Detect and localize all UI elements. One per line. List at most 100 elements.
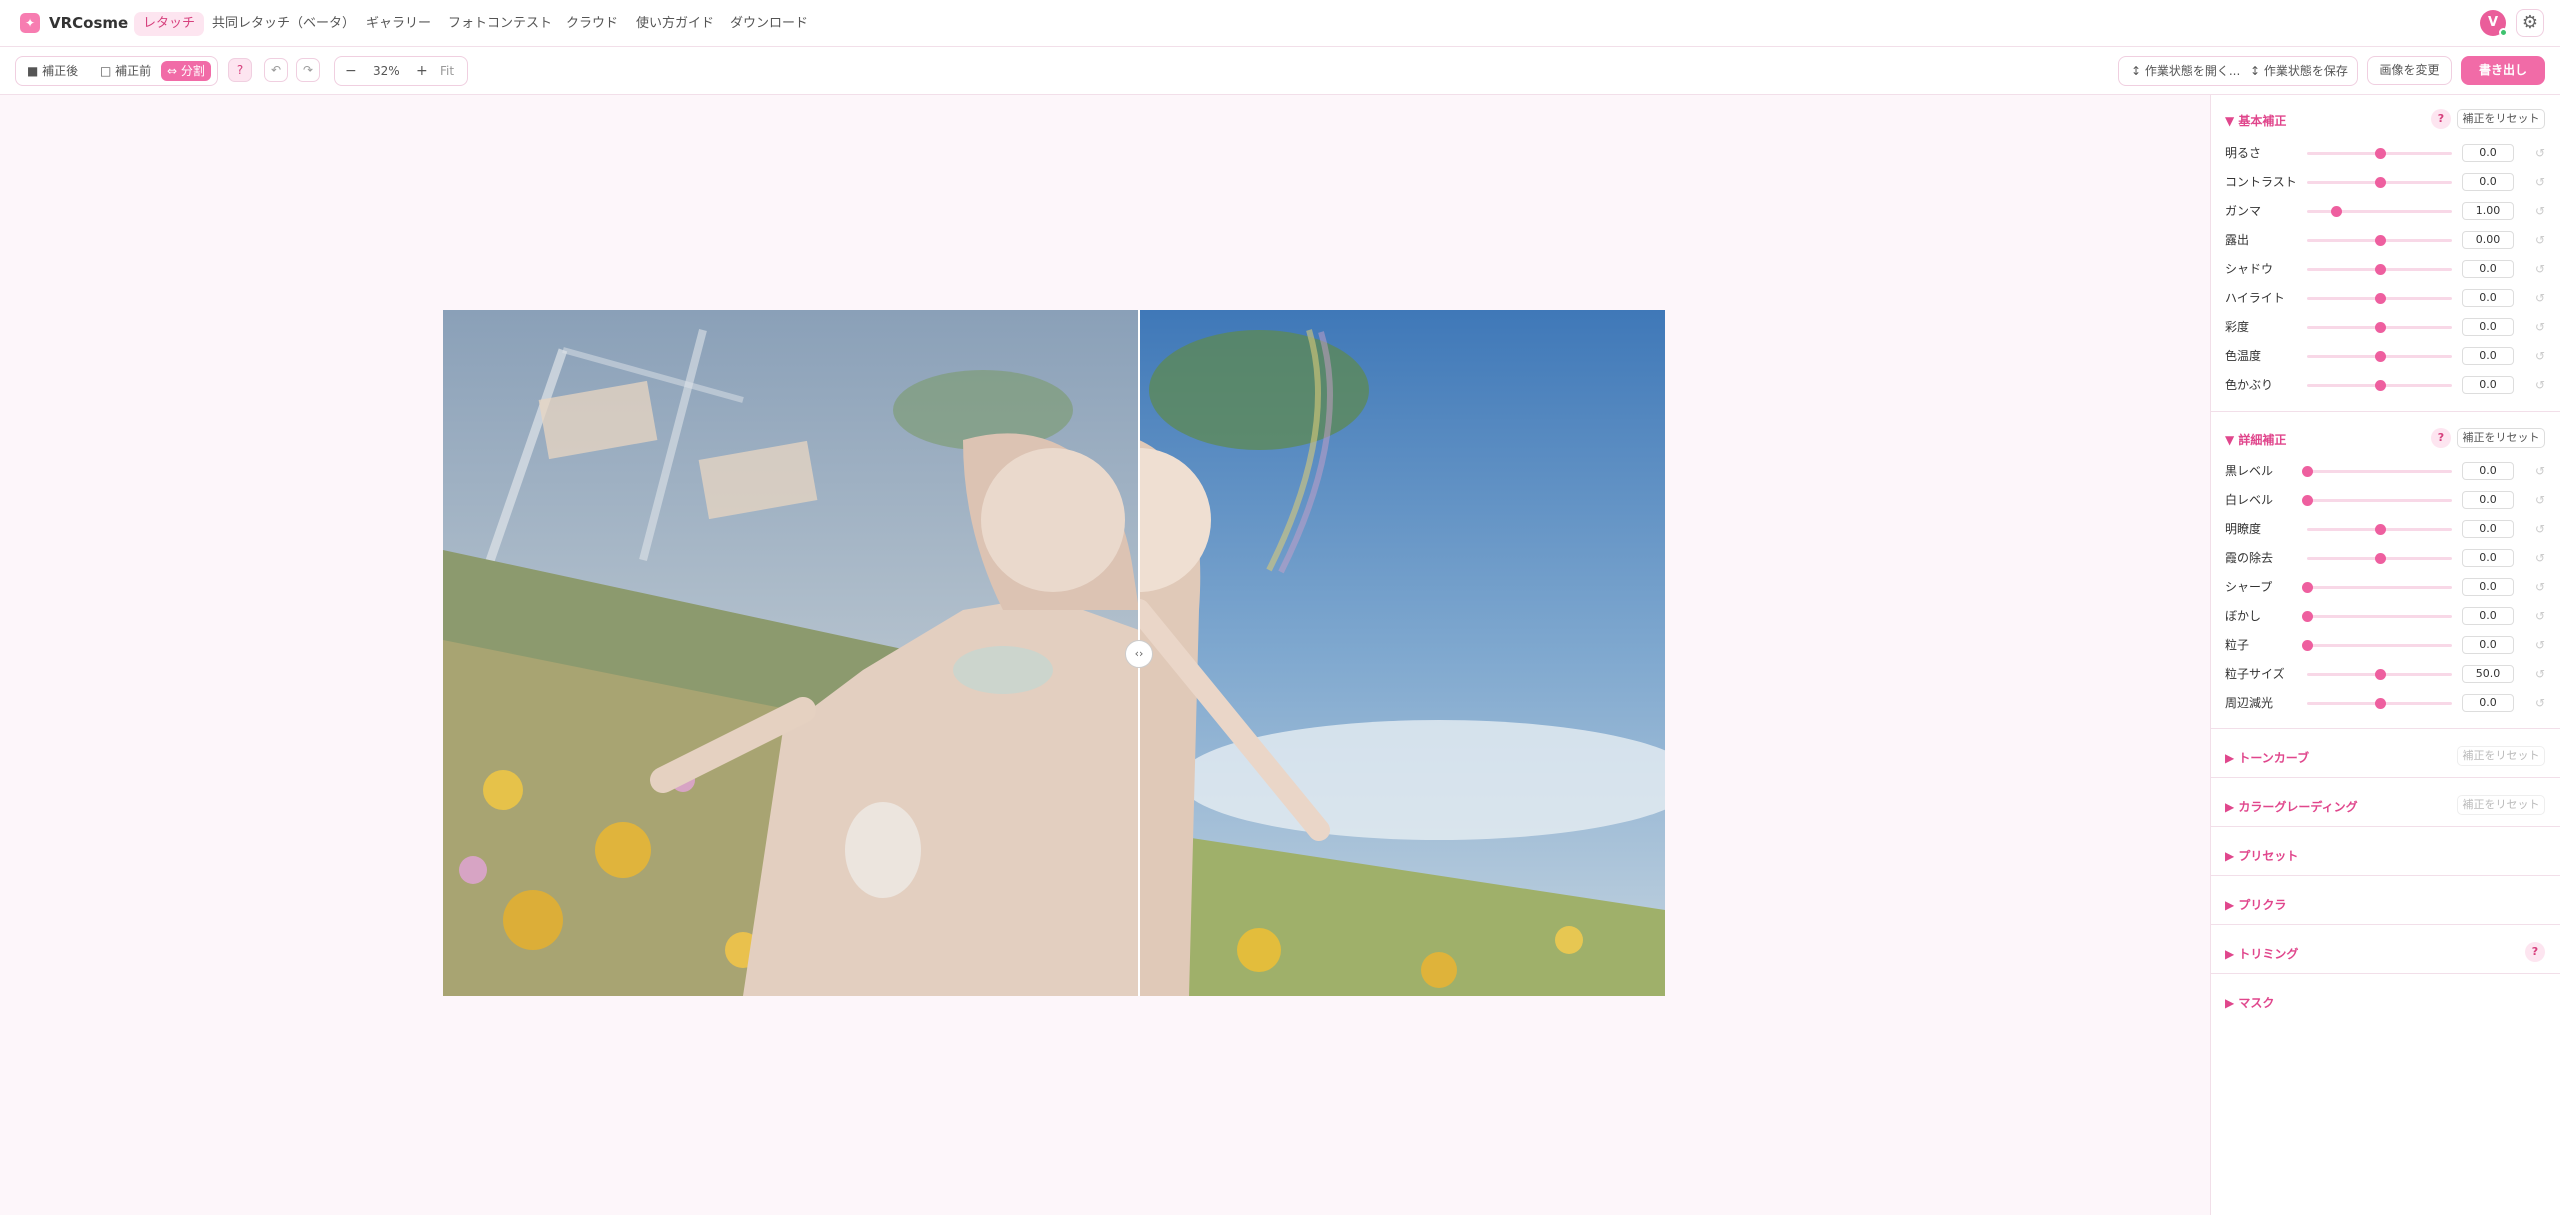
slider-thumb[interactable]: [2302, 611, 2313, 622]
nav-retouch[interactable]: レタッチ: [134, 12, 205, 36]
slider-thumb[interactable]: [2302, 640, 2313, 651]
slider-thumb[interactable]: [2302, 495, 2313, 506]
slider-reset-icon[interactable]: ↺: [2535, 578, 2545, 596]
slider-value-input[interactable]: 0.00: [2462, 231, 2514, 249]
slider-reset-icon[interactable]: ↺: [2535, 665, 2545, 683]
slider-thumb[interactable]: [2374, 264, 2386, 275]
slider-reset-icon[interactable]: ↺: [2535, 202, 2545, 220]
slider-value-input[interactable]: 0.0: [2462, 260, 2514, 278]
slider-thumb[interactable]: [2374, 177, 2386, 188]
slider-thumb[interactable]: [2374, 293, 2386, 304]
slider-value-input[interactable]: 0.0: [2462, 289, 2514, 307]
view-before-button[interactable]: □ 補正前: [94, 61, 157, 81]
slider-value-input[interactable]: 50.0: [2462, 665, 2514, 683]
slider-value-input[interactable]: 0.0: [2462, 491, 2514, 509]
slider-value-input[interactable]: 0.0: [2462, 347, 2514, 365]
slider-reset-icon[interactable]: ↺: [2535, 347, 2545, 365]
slider-track[interactable]: [2307, 615, 2452, 618]
section-trimming[interactable]: ▶ トリミング: [2225, 945, 2298, 962]
slider-value-input[interactable]: 0.0: [2462, 578, 2514, 596]
slider-reset-icon[interactable]: ↺: [2535, 376, 2545, 394]
trimming-help-icon[interactable]: ?: [2525, 942, 2545, 962]
detail-help-icon[interactable]: ?: [2431, 428, 2451, 448]
slider-value-input[interactable]: 0.0: [2462, 462, 2514, 480]
slider-value-input[interactable]: 0.0: [2462, 173, 2514, 191]
slider-thumb[interactable]: [2374, 380, 2386, 391]
section-color-grading[interactable]: ▶ カラーグレーディング: [2225, 798, 2358, 815]
slider-reset-icon[interactable]: ↺: [2535, 289, 2545, 307]
slider-thumb[interactable]: [2374, 148, 2386, 159]
help-button[interactable]: ?: [228, 58, 252, 82]
nav-collab-retouch[interactable]: 共同レタッチ（ベータ）: [203, 12, 364, 36]
section-detail-title[interactable]: ▼ 詳細補正: [2225, 431, 2286, 448]
slider-thumb[interactable]: [2374, 669, 2386, 680]
tone-curve-reset-button[interactable]: 補正をリセット: [2457, 746, 2545, 766]
section-preset[interactable]: ▶ プリセット: [2225, 847, 2298, 864]
gear-icon[interactable]: ⚙: [2516, 9, 2544, 37]
change-image-button[interactable]: 画像を変更: [2367, 56, 2452, 85]
slider-thumb[interactable]: [2374, 524, 2386, 535]
detail-reset-button[interactable]: 補正をリセット: [2457, 428, 2545, 448]
slider-track[interactable]: [2307, 499, 2452, 502]
slider-reset-icon[interactable]: ↺: [2535, 318, 2545, 336]
zoom-out-button[interactable]: −: [339, 61, 363, 81]
save-state-button[interactable]: ↕ 作業状態を保存: [2244, 61, 2354, 81]
slider-value-input[interactable]: 0.0: [2462, 549, 2514, 567]
nav-cloud[interactable]: クラウド: [557, 12, 627, 36]
brand-name[interactable]: VRCosme: [49, 14, 128, 32]
slider-value-input[interactable]: 0.0: [2462, 144, 2514, 162]
zoom-in-button[interactable]: +: [410, 61, 434, 81]
slider-reset-icon[interactable]: ↺: [2535, 173, 2545, 191]
slider-track[interactable]: [2307, 586, 2452, 589]
section-tone-curve[interactable]: ▶ トーンカーブ: [2225, 749, 2309, 766]
slider-thumb[interactable]: [2302, 582, 2313, 593]
photo-preview[interactable]: ‹›: [443, 310, 1665, 996]
section-basic-title[interactable]: ▼ 基本補正: [2225, 112, 2286, 129]
nav-guide[interactable]: 使い方ガイド: [627, 12, 723, 36]
slider-value-input[interactable]: 0.0: [2462, 318, 2514, 336]
slider-reset-icon[interactable]: ↺: [2535, 694, 2545, 712]
export-button[interactable]: 書き出し: [2461, 56, 2545, 85]
slider-thumb[interactable]: [2374, 235, 2386, 246]
slider-value-input[interactable]: 0.0: [2462, 520, 2514, 538]
slider-thumb[interactable]: [2374, 351, 2386, 362]
slider-value-input[interactable]: 0.0: [2462, 694, 2514, 712]
slider-reset-icon[interactable]: ↺: [2535, 144, 2545, 162]
slider-value-input[interactable]: 0.0: [2462, 636, 2514, 654]
slider-track[interactable]: [2307, 470, 2452, 473]
nav-download[interactable]: ダウンロード: [721, 12, 817, 36]
slider-reset-icon[interactable]: ↺: [2535, 462, 2545, 480]
open-state-button[interactable]: ↕ 作業状態を開く...: [2125, 61, 2246, 81]
basic-reset-button[interactable]: 補正をリセット: [2457, 109, 2545, 129]
fit-button[interactable]: Fit: [434, 61, 460, 81]
slider-thumb[interactable]: [2374, 698, 2386, 709]
section-purikura[interactable]: ▶ プリクラ: [2225, 896, 2286, 913]
slider-reset-icon[interactable]: ↺: [2535, 549, 2545, 567]
view-split-button[interactable]: ⇔ 分割: [161, 61, 211, 81]
slider-value-input[interactable]: 0.0: [2462, 607, 2514, 625]
nav-gallery[interactable]: ギャラリー: [357, 12, 440, 36]
slider-reset-icon[interactable]: ↺: [2535, 636, 2545, 654]
redo-button[interactable]: ↷: [296, 58, 320, 82]
slider-value-input[interactable]: 0.0: [2462, 376, 2514, 394]
slider-track[interactable]: [2307, 644, 2452, 647]
slider-reset-icon[interactable]: ↺: [2535, 491, 2545, 509]
image-canvas[interactable]: ‹›: [0, 95, 2210, 1215]
view-after-button[interactable]: ■ 補正後: [21, 61, 84, 81]
slider-thumb[interactable]: [2374, 553, 2386, 564]
basic-help-icon[interactable]: ?: [2431, 109, 2451, 129]
slider-reset-icon[interactable]: ↺: [2535, 231, 2545, 249]
nav-photo-contest[interactable]: フォトコンテスト: [439, 12, 561, 36]
undo-button[interactable]: ↶: [264, 58, 288, 82]
slider-reset-icon[interactable]: ↺: [2535, 520, 2545, 538]
slider-thumb[interactable]: [2331, 206, 2342, 217]
slider-thumb[interactable]: [2302, 466, 2313, 477]
slider-value-input[interactable]: 1.00: [2462, 202, 2514, 220]
slider-track[interactable]: [2307, 210, 2452, 213]
slider-thumb[interactable]: [2374, 322, 2386, 333]
slider-reset-icon[interactable]: ↺: [2535, 607, 2545, 625]
slider-reset-icon[interactable]: ↺: [2535, 260, 2545, 278]
section-mask[interactable]: ▶ マスク: [2225, 994, 2274, 1011]
split-handle-icon[interactable]: ‹›: [1125, 640, 1153, 668]
color-grading-reset-button[interactable]: 補正をリセット: [2457, 795, 2545, 815]
